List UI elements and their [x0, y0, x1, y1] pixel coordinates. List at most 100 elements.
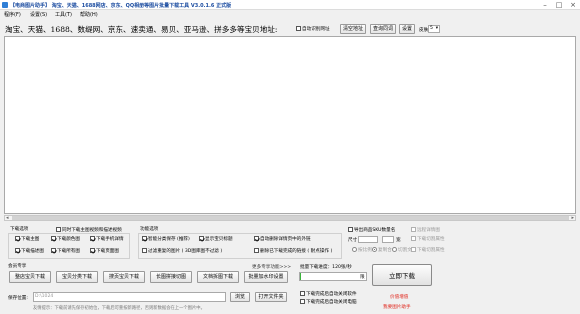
- opt-all-image[interactable]: 下载所有图: [51, 248, 80, 255]
- checkbox[interactable]: [300, 291, 305, 296]
- download-options-title: 下载选项: [10, 227, 29, 232]
- scroll-right-icon[interactable]: ▸: [571, 215, 574, 221]
- open-folder-button[interactable]: 打开文件夹: [255, 292, 287, 302]
- opt-export-sku[interactable]: 导出商品SKU数量名: [348, 227, 395, 234]
- menu-tools[interactable]: 工具(T): [55, 11, 72, 19]
- checkbox[interactable]: [348, 227, 353, 232]
- watermark-button[interactable]: 批量加水印设置: [244, 271, 288, 283]
- tip-text: 友情提示：下载前请先保存初始位，下载后可重按新路径，否则新数据会在上一个图片中。: [33, 306, 205, 311]
- progress-suffix: 限: [360, 275, 365, 280]
- checkbox[interactable]: [254, 248, 259, 253]
- expert-title: 会员专享: [8, 264, 27, 269]
- opt-label: 远程详情图: [417, 228, 440, 233]
- checkbox[interactable]: [51, 236, 56, 241]
- opt-download-attr[interactable]: 下载切割属性: [411, 247, 445, 254]
- radio-scale[interactable]: 按比例: [352, 247, 372, 254]
- auto-recognize-checkbox[interactable]: [296, 26, 301, 31]
- opt-label: 下载完成后自动关闭电脑: [306, 300, 357, 305]
- download-video-checkbox[interactable]: [56, 227, 61, 232]
- opt-filter-duplicate[interactable]: 过滤重复的图片 ( 3D图库图不过滤 ): [142, 248, 222, 255]
- checkbox[interactable]: [300, 299, 305, 304]
- skin-value: 5: [430, 26, 433, 31]
- checkbox[interactable]: [15, 248, 20, 253]
- checkbox[interactable]: [90, 248, 95, 253]
- size-height-input[interactable]: [382, 236, 394, 243]
- minimize-icon[interactable]: –: [538, 1, 552, 9]
- save-location-label: 保存位置:: [8, 296, 28, 301]
- title-bar: 【电商图片助手】 淘宝、天猫、1688网店、京东、QQ相册等图片批量下载工具 V…: [0, 0, 580, 10]
- opt-label: 按比例: [358, 248, 372, 253]
- opt-main-image[interactable]: 下载主图: [15, 236, 39, 243]
- opt-resize-fill[interactable]: 下载切割属性: [411, 236, 445, 243]
- maximize-icon[interactable]: □: [552, 1, 566, 9]
- get-helper-link[interactable]: 我要图片助手: [383, 304, 411, 310]
- opt-show-title[interactable]: 显示宝贝标题: [199, 236, 233, 243]
- opt-mobile-detail[interactable]: 下载手机详情: [90, 236, 124, 243]
- opt-label: 下载切割属性: [417, 248, 445, 253]
- doc-split-button[interactable]: 文档拆图下载: [197, 271, 239, 283]
- opt-label: 导出商品SKU数量名: [354, 228, 396, 233]
- checkbox[interactable]: [199, 236, 204, 241]
- checkbox[interactable]: [15, 236, 20, 241]
- scroll-left-icon[interactable]: ◂: [6, 215, 9, 221]
- menu-help[interactable]: 帮助(H): [80, 11, 98, 19]
- search-download-button[interactable]: 搜页宝贝下载: [103, 271, 145, 283]
- main-window: 【电商图片助手】 淘宝、天猫、1688网店、京东、QQ相册等图片批量下载工具 V…: [0, 0, 580, 314]
- opt-page-image[interactable]: 下载页面图: [90, 248, 119, 255]
- progress-fill: [300, 273, 302, 280]
- close-icon[interactable]: ×: [566, 1, 580, 9]
- download-progress-bar: [299, 272, 367, 281]
- checkbox[interactable]: [411, 247, 416, 252]
- url-label: 淘宝、天猫、1688、数缇网、京东、速卖通、易贝、亚马逊、拼多多等宝贝地址:: [5, 25, 278, 34]
- radio[interactable]: [352, 247, 357, 252]
- function-options-title: 功能选项: [140, 227, 159, 232]
- menu-settings[interactable]: 设置(S): [30, 11, 47, 19]
- scroll-thumb[interactable]: [12, 216, 569, 220]
- opt-label: 下载页面图: [96, 249, 119, 254]
- opt-label: 下载切割属性: [417, 237, 445, 242]
- opt-label: 下载手机详情: [96, 237, 124, 242]
- query-button[interactable]: 查询同词: [370, 24, 396, 34]
- category-download-button[interactable]: 宝贝分类下载: [56, 271, 98, 283]
- checkbox[interactable]: [411, 227, 416, 232]
- value-link[interactable]: 价值增值: [390, 294, 408, 300]
- menu-program[interactable]: 程序(F): [4, 11, 21, 19]
- opt-smart-save[interactable]: 智能分类保存 (推荐): [142, 236, 190, 243]
- opt-label: 复制合: [378, 248, 392, 253]
- opt-color-image[interactable]: 下载颜色图: [51, 236, 80, 243]
- radio-copy[interactable]: 复制合: [372, 247, 392, 254]
- checkbox[interactable]: [51, 248, 56, 253]
- opt-delete-done[interactable]: 删除已下载完成的链接 ( 耐点操作 ): [254, 248, 332, 255]
- checkbox[interactable]: [142, 236, 147, 241]
- checkbox[interactable]: [142, 248, 147, 253]
- long-image-button[interactable]: 长图拼接切图: [150, 271, 192, 283]
- save-path-input[interactable]: D:\1024: [33, 292, 226, 302]
- opt-close-software[interactable]: 下载完成后自动关闭软件: [300, 291, 357, 298]
- opt-desc-image[interactable]: 下载描述图: [15, 248, 44, 255]
- checkbox[interactable]: [254, 236, 259, 241]
- opt-remove-links[interactable]: 自动删除详情页中的外链: [254, 236, 311, 243]
- clear-address-button[interactable]: 清空地址: [340, 24, 366, 34]
- checkbox[interactable]: [411, 236, 416, 241]
- start-download-button[interactable]: 立即下载: [372, 264, 432, 286]
- size-label: 尺寸: [348, 238, 358, 243]
- opt-remote-detail[interactable]: 远程详情图: [411, 227, 440, 234]
- settings-button[interactable]: 设置: [399, 24, 415, 34]
- radio[interactable]: [372, 247, 377, 252]
- browse-button[interactable]: 浏览: [230, 292, 250, 302]
- horizontal-scrollbar[interactable]: ◂ ▸: [4, 215, 576, 221]
- opt-close-computer[interactable]: 下载完成后自动关闭电脑: [300, 299, 357, 306]
- shop-download-button[interactable]: 整店宝贝下载: [9, 271, 51, 283]
- checkbox[interactable]: [90, 236, 95, 241]
- auto-recognize-option[interactable]: 自动识别网址: [296, 26, 330, 33]
- opt-label: 自动删除详情页中的外链: [260, 237, 311, 242]
- size-width-input[interactable]: [358, 236, 378, 243]
- opt-label: 下载主图: [21, 237, 40, 242]
- app-logo-icon: [2, 2, 8, 8]
- radio[interactable]: [392, 247, 397, 252]
- skin-select[interactable]: 5 ▾: [428, 25, 440, 33]
- opt-label: 过滤重复的图片 ( 3D图库图不过滤 ): [148, 249, 223, 254]
- url-input-area[interactable]: [4, 36, 576, 214]
- more-features-link[interactable]: 更多专享功能>>>: [252, 264, 291, 270]
- opt-label: 删除已下载完成的链接 ( 耐点操作 ): [260, 249, 333, 254]
